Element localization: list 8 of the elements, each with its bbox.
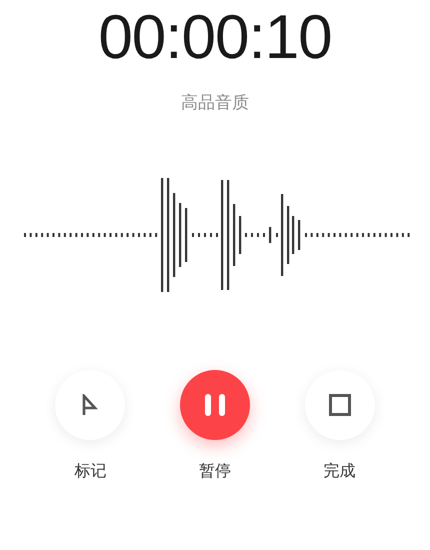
pause-icon xyxy=(204,393,226,417)
timer-text: 00:00:10 xyxy=(98,2,332,74)
button-label: 完成 xyxy=(324,462,356,482)
button-label: 暂停 xyxy=(198,462,231,482)
quality-label: 高品音质 xyxy=(181,92,249,114)
button-label: 标记 xyxy=(74,462,106,482)
stop-icon xyxy=(328,394,351,416)
flag-icon xyxy=(82,394,98,416)
